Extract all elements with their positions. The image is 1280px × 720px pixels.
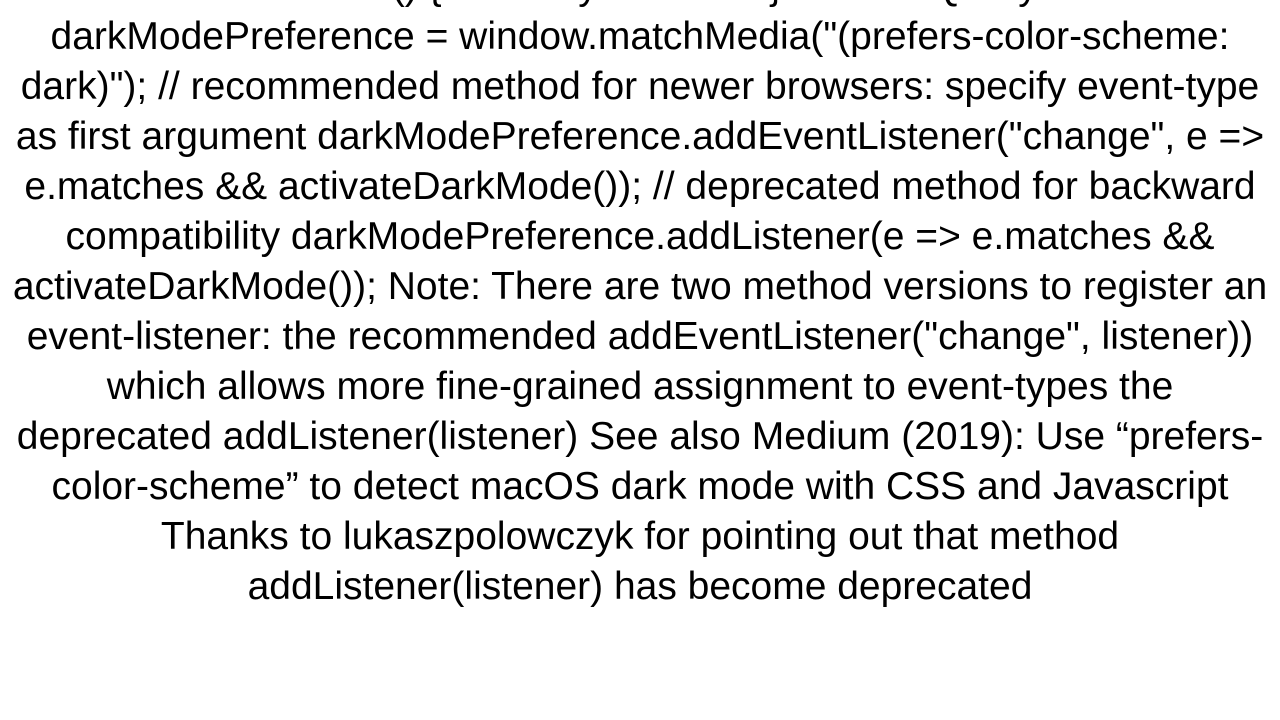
document-body-text: activateDarkMode() { // set style to dar… [0,0,1280,682]
